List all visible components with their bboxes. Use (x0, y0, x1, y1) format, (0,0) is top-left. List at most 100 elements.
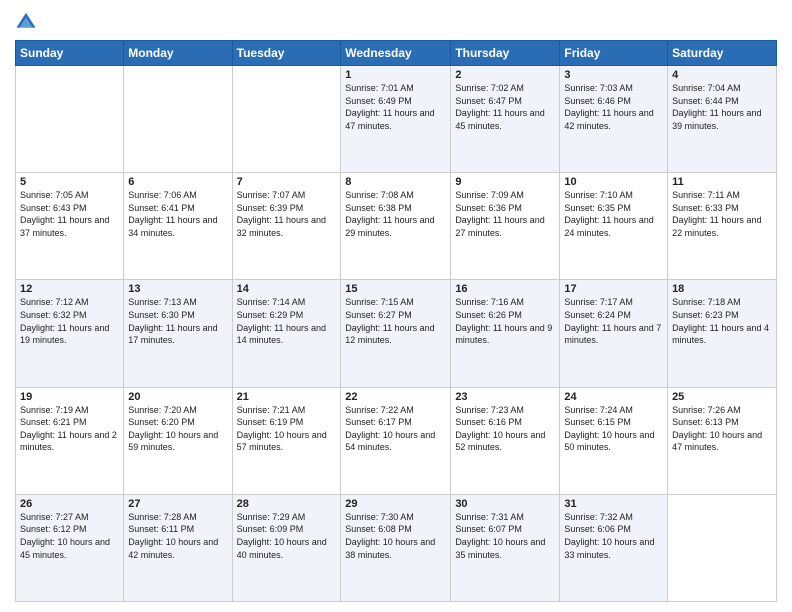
day-info: Sunrise: 7:24 AM (564, 404, 663, 417)
day-info: Sunset: 6:24 PM (564, 309, 663, 322)
day-info: Daylight: 11 hours and 4 minutes. (672, 322, 772, 347)
day-info: Daylight: 11 hours and 22 minutes. (672, 214, 772, 239)
day-info: Daylight: 10 hours and 38 minutes. (345, 536, 446, 561)
day-info: Sunrise: 7:28 AM (128, 511, 227, 524)
calendar-cell (16, 66, 124, 173)
calendar-cell: 21Sunrise: 7:21 AMSunset: 6:19 PMDayligh… (232, 387, 341, 494)
day-info: Sunrise: 7:06 AM (128, 189, 227, 202)
calendar-cell: 31Sunrise: 7:32 AMSunset: 6:06 PMDayligh… (560, 494, 668, 601)
calendar-cell: 12Sunrise: 7:12 AMSunset: 6:32 PMDayligh… (16, 280, 124, 387)
calendar-cell: 20Sunrise: 7:20 AMSunset: 6:20 PMDayligh… (124, 387, 232, 494)
day-info: Daylight: 10 hours and 57 minutes. (237, 429, 337, 454)
day-info: Sunrise: 7:22 AM (345, 404, 446, 417)
day-info: Daylight: 11 hours and 29 minutes. (345, 214, 446, 239)
day-number: 8 (345, 176, 446, 188)
day-info: Daylight: 10 hours and 50 minutes. (564, 429, 663, 454)
day-number: 23 (455, 391, 555, 403)
day-number: 5 (20, 176, 119, 188)
logo (15, 10, 39, 32)
day-number: 12 (20, 283, 119, 295)
calendar-cell: 29Sunrise: 7:30 AMSunset: 6:08 PMDayligh… (341, 494, 451, 601)
day-info: Daylight: 11 hours and 27 minutes. (455, 214, 555, 239)
calendar-cell: 4Sunrise: 7:04 AMSunset: 6:44 PMDaylight… (668, 66, 777, 173)
day-info: Daylight: 11 hours and 17 minutes. (128, 322, 227, 347)
calendar-cell: 17Sunrise: 7:17 AMSunset: 6:24 PMDayligh… (560, 280, 668, 387)
day-info: Sunset: 6:13 PM (672, 416, 772, 429)
day-info: Daylight: 11 hours and 14 minutes. (237, 322, 337, 347)
calendar-cell: 13Sunrise: 7:13 AMSunset: 6:30 PMDayligh… (124, 280, 232, 387)
day-info: Sunrise: 7:16 AM (455, 296, 555, 309)
page: SundayMondayTuesdayWednesdayThursdayFrid… (0, 0, 792, 612)
calendar-cell: 2Sunrise: 7:02 AMSunset: 6:47 PMDaylight… (451, 66, 560, 173)
day-info: Sunset: 6:17 PM (345, 416, 446, 429)
day-number: 16 (455, 283, 555, 295)
day-number: 6 (128, 176, 227, 188)
day-number: 18 (672, 283, 772, 295)
day-info: Sunset: 6:36 PM (455, 202, 555, 215)
day-info: Daylight: 11 hours and 19 minutes. (20, 322, 119, 347)
calendar-cell: 24Sunrise: 7:24 AMSunset: 6:15 PMDayligh… (560, 387, 668, 494)
week-row-3: 19Sunrise: 7:19 AMSunset: 6:21 PMDayligh… (16, 387, 777, 494)
day-info: Sunset: 6:19 PM (237, 416, 337, 429)
day-info: Daylight: 10 hours and 35 minutes. (455, 536, 555, 561)
day-info: Sunrise: 7:27 AM (20, 511, 119, 524)
day-number: 28 (237, 498, 337, 510)
day-info: Sunrise: 7:13 AM (128, 296, 227, 309)
day-number: 4 (672, 69, 772, 81)
calendar-cell: 27Sunrise: 7:28 AMSunset: 6:11 PMDayligh… (124, 494, 232, 601)
day-number: 29 (345, 498, 446, 510)
day-info: Sunset: 6:46 PM (564, 95, 663, 108)
day-header-friday: Friday (560, 41, 668, 66)
day-number: 22 (345, 391, 446, 403)
calendar-cell: 1Sunrise: 7:01 AMSunset: 6:49 PMDaylight… (341, 66, 451, 173)
day-header-monday: Monday (124, 41, 232, 66)
day-number: 9 (455, 176, 555, 188)
day-info: Daylight: 11 hours and 42 minutes. (564, 107, 663, 132)
calendar-cell: 25Sunrise: 7:26 AMSunset: 6:13 PMDayligh… (668, 387, 777, 494)
day-number: 11 (672, 176, 772, 188)
week-row-1: 5Sunrise: 7:05 AMSunset: 6:43 PMDaylight… (16, 173, 777, 280)
calendar-cell: 22Sunrise: 7:22 AMSunset: 6:17 PMDayligh… (341, 387, 451, 494)
day-header-saturday: Saturday (668, 41, 777, 66)
day-info: Sunset: 6:35 PM (564, 202, 663, 215)
day-info: Sunset: 6:38 PM (345, 202, 446, 215)
day-info: Sunset: 6:26 PM (455, 309, 555, 322)
calendar-cell: 16Sunrise: 7:16 AMSunset: 6:26 PMDayligh… (451, 280, 560, 387)
day-info: Daylight: 10 hours and 54 minutes. (345, 429, 446, 454)
day-info: Sunset: 6:16 PM (455, 416, 555, 429)
day-info: Sunrise: 7:04 AM (672, 82, 772, 95)
day-info: Sunset: 6:21 PM (20, 416, 119, 429)
day-info: Daylight: 11 hours and 45 minutes. (455, 107, 555, 132)
calendar-cell: 18Sunrise: 7:18 AMSunset: 6:23 PMDayligh… (668, 280, 777, 387)
day-info: Sunset: 6:49 PM (345, 95, 446, 108)
day-number: 19 (20, 391, 119, 403)
calendar-cell (668, 494, 777, 601)
day-info: Sunset: 6:29 PM (237, 309, 337, 322)
day-info: Daylight: 11 hours and 2 minutes. (20, 429, 119, 454)
calendar-table: SundayMondayTuesdayWednesdayThursdayFrid… (15, 40, 777, 602)
day-number: 2 (455, 69, 555, 81)
day-info: Sunrise: 7:31 AM (455, 511, 555, 524)
day-info: Sunrise: 7:02 AM (455, 82, 555, 95)
day-info: Sunrise: 7:10 AM (564, 189, 663, 202)
day-info: Sunset: 6:07 PM (455, 523, 555, 536)
day-info: Daylight: 10 hours and 45 minutes. (20, 536, 119, 561)
calendar-cell (232, 66, 341, 173)
day-info: Daylight: 11 hours and 37 minutes. (20, 214, 119, 239)
day-number: 26 (20, 498, 119, 510)
calendar-cell: 7Sunrise: 7:07 AMSunset: 6:39 PMDaylight… (232, 173, 341, 280)
day-number: 10 (564, 176, 663, 188)
day-info: Sunrise: 7:18 AM (672, 296, 772, 309)
day-info: Sunrise: 7:07 AM (237, 189, 337, 202)
day-info: Daylight: 11 hours and 12 minutes. (345, 322, 446, 347)
calendar-cell: 5Sunrise: 7:05 AMSunset: 6:43 PMDaylight… (16, 173, 124, 280)
day-info: Sunrise: 7:08 AM (345, 189, 446, 202)
week-row-4: 26Sunrise: 7:27 AMSunset: 6:12 PMDayligh… (16, 494, 777, 601)
day-info: Sunrise: 7:17 AM (564, 296, 663, 309)
week-row-0: 1Sunrise: 7:01 AMSunset: 6:49 PMDaylight… (16, 66, 777, 173)
calendar-cell: 30Sunrise: 7:31 AMSunset: 6:07 PMDayligh… (451, 494, 560, 601)
calendar-cell: 9Sunrise: 7:09 AMSunset: 6:36 PMDaylight… (451, 173, 560, 280)
day-info: Sunset: 6:09 PM (237, 523, 337, 536)
day-header-thursday: Thursday (451, 41, 560, 66)
day-number: 27 (128, 498, 227, 510)
